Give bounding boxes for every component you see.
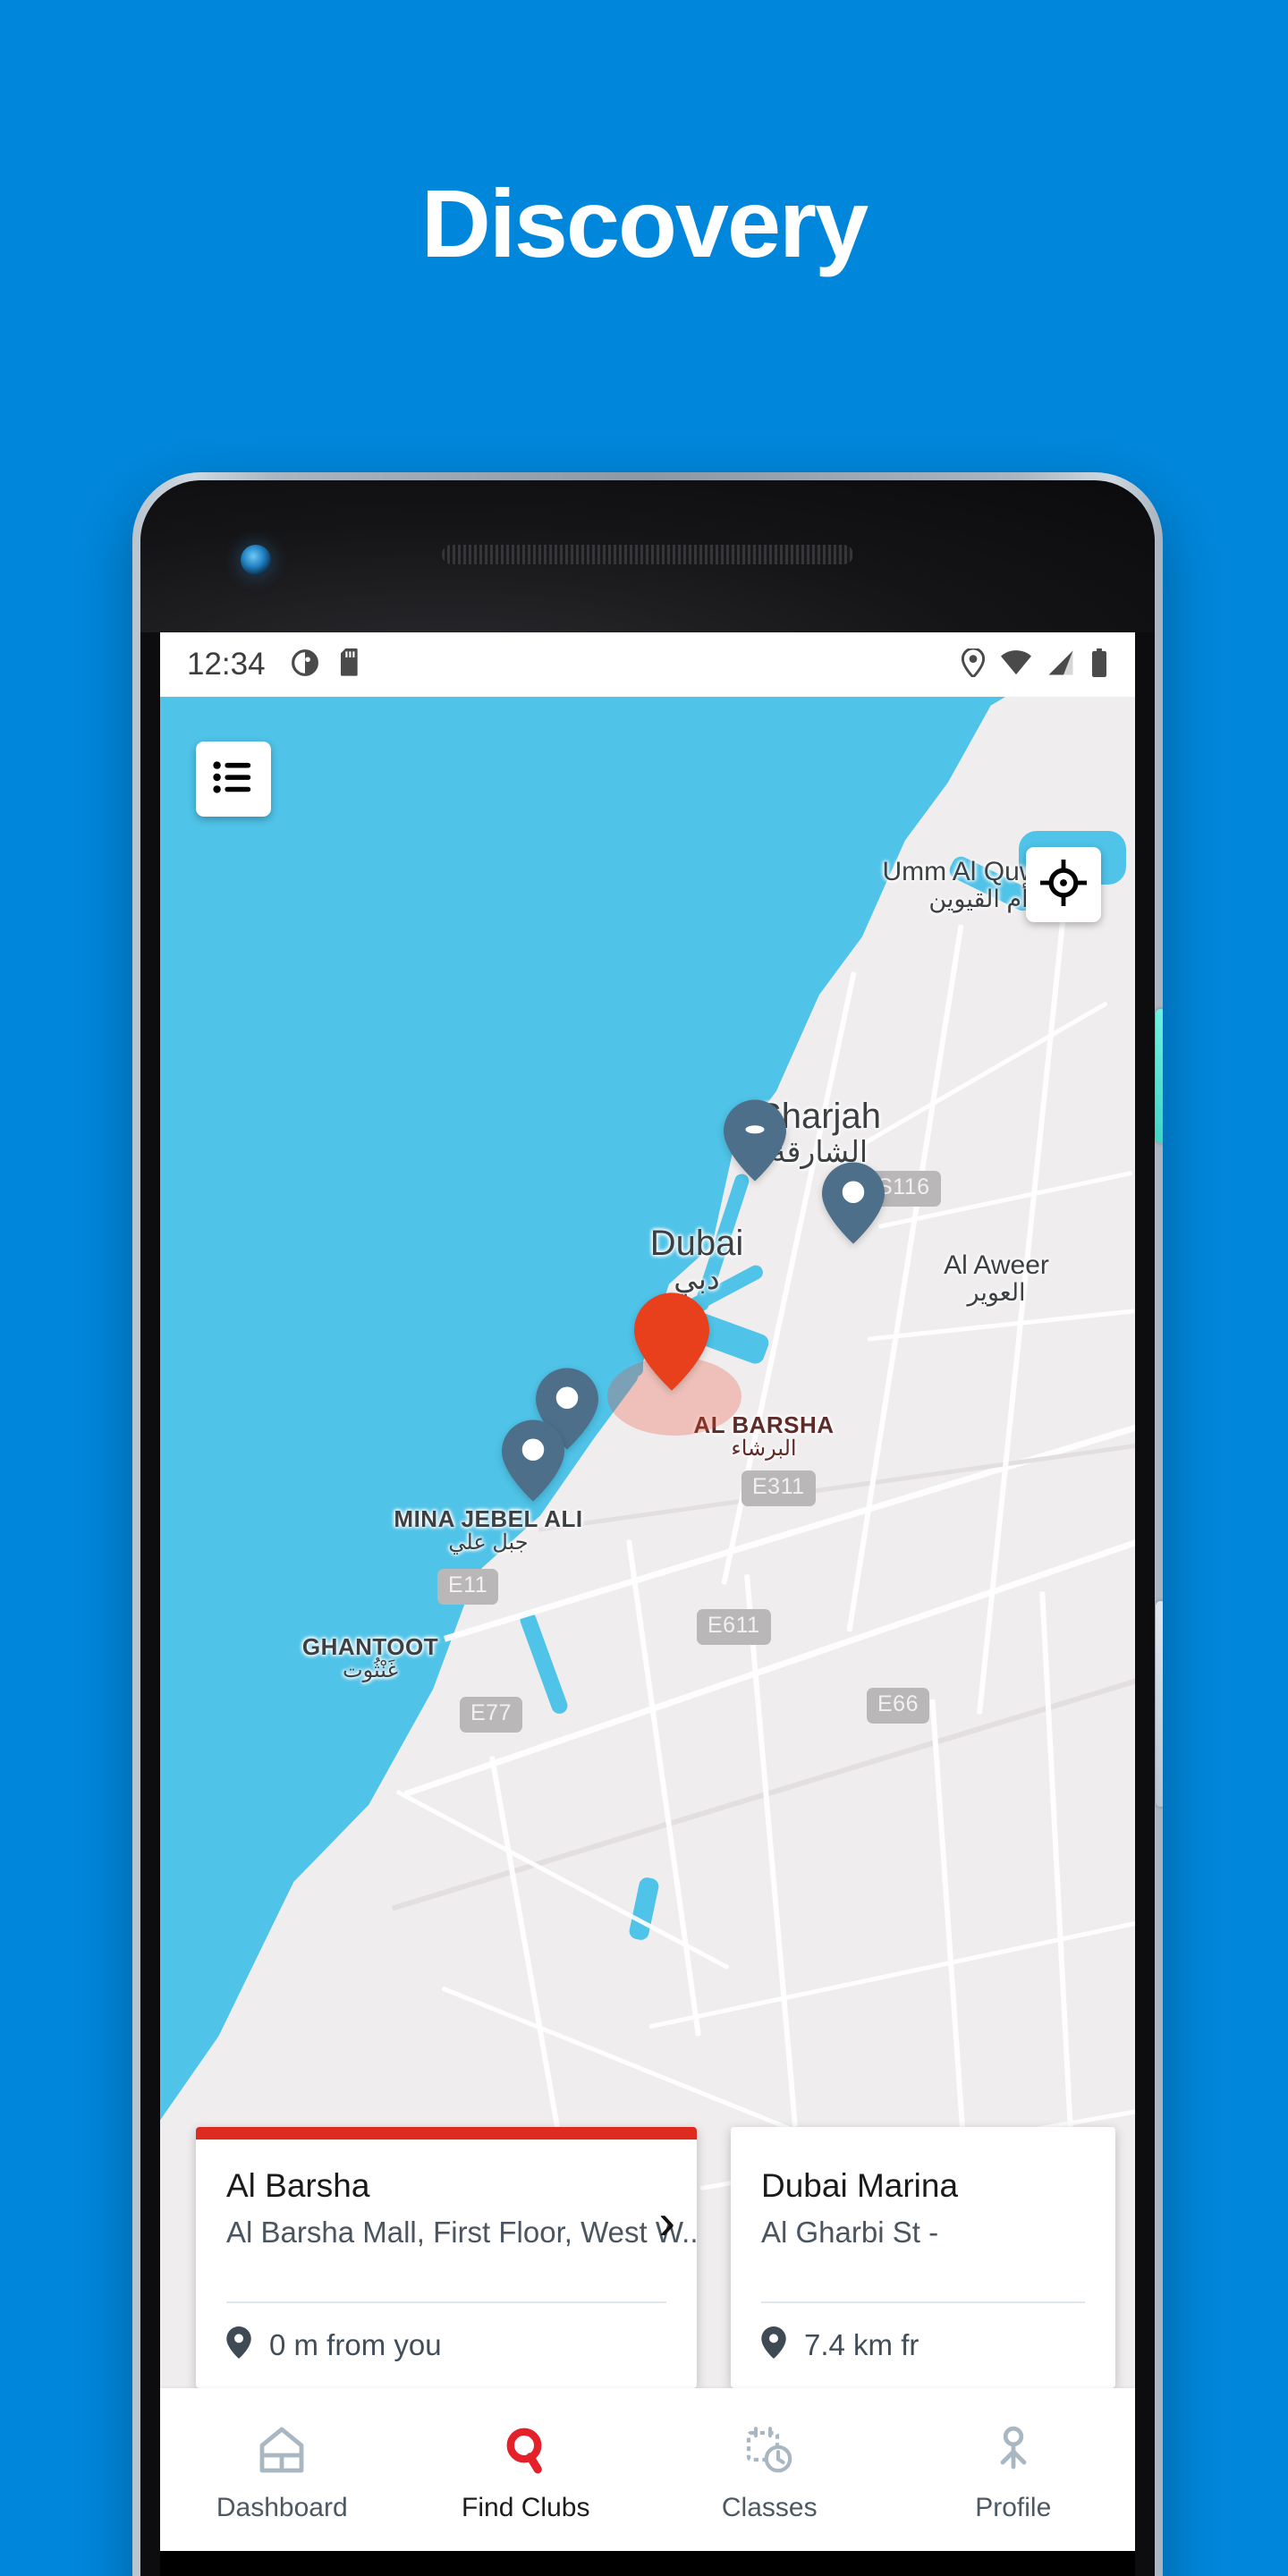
map-water-inlet bbox=[428, 1445, 461, 1473]
map-pin-club[interactable] bbox=[822, 1162, 885, 1244]
calendar-clock-icon bbox=[745, 2426, 793, 2479]
map-pin-club[interactable] bbox=[724, 1099, 786, 1182]
volume-button[interactable] bbox=[1156, 1601, 1163, 1807]
card-footer: 7.4 km fr bbox=[731, 2303, 1115, 2388]
chevron-right-icon[interactable]: › bbox=[658, 2197, 675, 2247]
club-distance: 7.4 km fr bbox=[804, 2327, 919, 2361]
nav-item-classes[interactable]: Classes bbox=[648, 2388, 892, 2551]
phone-top-bezel bbox=[140, 480, 1155, 632]
card-body: Al Barsha Al Barsha Mall, First Floor, W… bbox=[196, 2140, 697, 2278]
phone-body: 12:34 S116 E311 E611 E11 E77 E66 Umm Al … bbox=[140, 480, 1155, 2576]
wifi-icon bbox=[1001, 649, 1031, 681]
status-bar-time: 12:34 bbox=[187, 647, 266, 682]
road-shield: E66 bbox=[867, 1688, 929, 1724]
club-name: Al Barsha bbox=[226, 2167, 370, 2204]
card-footer: 0 m from you bbox=[196, 2303, 697, 2388]
battery-icon bbox=[1090, 648, 1108, 682]
location-icon bbox=[961, 647, 986, 682]
road-shield: E611 bbox=[697, 1609, 771, 1645]
phone-screen: 12:34 S116 E311 E611 E11 E77 E66 Umm Al … bbox=[160, 632, 1135, 2551]
nav-label-profile: Profile bbox=[975, 2492, 1052, 2522]
home-icon bbox=[258, 2426, 305, 2479]
nav-item-find-clubs[interactable]: Find Clubs bbox=[404, 2388, 648, 2551]
my-location-button[interactable] bbox=[1026, 847, 1101, 922]
map-pin-selected[interactable] bbox=[634, 1292, 709, 1391]
front-camera-icon bbox=[241, 545, 271, 575]
page-title: Discovery bbox=[420, 169, 869, 277]
card-accent-bar bbox=[731, 2127, 1115, 2140]
status-bar: 12:34 bbox=[160, 632, 1135, 697]
map-pin-icon bbox=[761, 2326, 786, 2363]
status-bar-left-icons bbox=[291, 648, 364, 682]
club-address: Al Gharbi St - bbox=[761, 2215, 939, 2249]
list-view-button[interactable] bbox=[196, 741, 271, 817]
power-button[interactable] bbox=[1156, 1009, 1163, 1143]
road-shield: E311 bbox=[741, 1470, 816, 1506]
club-card[interactable]: Dubai Marina Al Gharbi St - 7.4 km fr bbox=[731, 2127, 1115, 2388]
map-pin-club[interactable] bbox=[502, 1419, 564, 1502]
nav-label-find-clubs: Find Clubs bbox=[462, 2492, 590, 2522]
nav-label-dashboard: Dashboard bbox=[216, 2492, 348, 2522]
person-icon bbox=[991, 2426, 1036, 2479]
club-name: Dubai Marina bbox=[761, 2167, 959, 2204]
map-pin-icon bbox=[226, 2326, 251, 2363]
crosshair-icon bbox=[1040, 859, 1087, 911]
card-body: Dubai Marina Al Gharbi St - bbox=[731, 2140, 1115, 2278]
club-distance: 0 m from you bbox=[269, 2327, 442, 2361]
phone-mockup: 12:34 S116 E311 E611 E11 E77 E66 Umm Al … bbox=[132, 472, 1163, 2576]
road-shield: E77 bbox=[460, 1697, 522, 1733]
android-navigation-bar[interactable] bbox=[160, 2551, 1135, 2576]
earpiece-speaker bbox=[442, 545, 853, 564]
club-cards-carousel[interactable]: Al Barsha Al Barsha Mall, First Floor, W… bbox=[160, 2127, 1135, 2388]
card-accent-bar bbox=[196, 2127, 697, 2140]
search-icon bbox=[503, 2426, 549, 2479]
list-icon bbox=[213, 759, 254, 800]
nav-item-profile[interactable]: Profile bbox=[892, 2388, 1136, 2551]
cellular-signal-icon bbox=[1047, 649, 1074, 681]
club-address: Al Barsha Mall, First Floor, West W.. bbox=[226, 2215, 697, 2249]
map-water-inlet bbox=[549, 1185, 596, 1228]
nav-item-dashboard[interactable]: Dashboard bbox=[160, 2388, 404, 2551]
map-water-inlet bbox=[445, 911, 483, 942]
road-shield: E11 bbox=[437, 1569, 499, 1605]
do-not-disturb-icon bbox=[291, 648, 319, 682]
bottom-navigation[interactable]: Dashboard Find Clubs Classes Profile bbox=[160, 2388, 1135, 2551]
nav-label-classes: Classes bbox=[721, 2492, 818, 2522]
status-bar-right-icons bbox=[961, 647, 1108, 682]
club-card[interactable]: Al Barsha Al Barsha Mall, First Floor, W… bbox=[196, 2127, 697, 2388]
sd-card-icon bbox=[339, 648, 364, 682]
